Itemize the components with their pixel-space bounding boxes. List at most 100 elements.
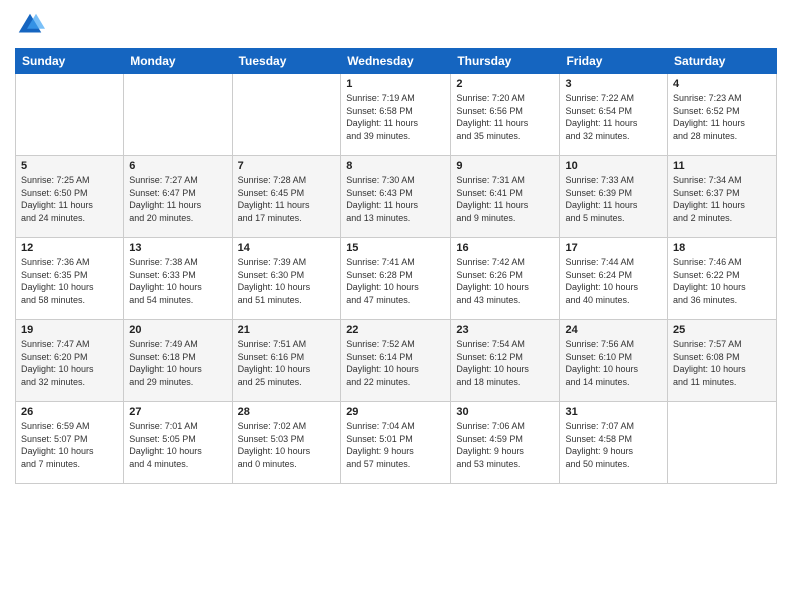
calendar-header-row: SundayMondayTuesdayWednesdayThursdayFrid…: [16, 49, 777, 74]
day-number: 6: [129, 160, 226, 172]
calendar-week-row: 19Sunrise: 7:47 AM Sunset: 6:20 PM Dayli…: [16, 320, 777, 402]
day-info: Sunrise: 7:42 AM Sunset: 6:26 PM Dayligh…: [456, 256, 554, 306]
day-info: Sunrise: 7:36 AM Sunset: 6:35 PM Dayligh…: [21, 256, 118, 306]
calendar-cell: 5 Sunrise: 7:25 AM Sunset: 6:50 PM Daylig…: [16, 156, 124, 238]
logo-icon: [15, 10, 45, 40]
day-number: 23: [456, 324, 554, 336]
calendar-cell: [232, 74, 341, 156]
day-number: 20: [129, 324, 226, 336]
day-number: 12: [21, 242, 118, 254]
calendar-cell: 25Sunrise: 7:57 AM Sunset: 6:08 PM Dayli…: [668, 320, 777, 402]
calendar-week-row: 26 Sunrise: 6:59 AM Sunset: 5:07 PM Dayli…: [16, 402, 777, 484]
day-of-week-header: Wednesday: [341, 49, 451, 74]
day-number: 28: [238, 406, 336, 418]
calendar-cell: 21 Sunrise: 7:51 AM Sunset: 6:16 PM Dayli…: [232, 320, 341, 402]
day-number: 5: [21, 160, 118, 172]
day-of-week-header: Saturday: [668, 49, 777, 74]
calendar-cell: 20 Sunrise: 7:49 AM Sunset: 6:18 PM Dayli…: [124, 320, 232, 402]
day-info: Sunrise: 7:22 AM Sunset: 6:54 PM Dayligh…: [565, 92, 662, 142]
calendar-cell: 8Sunrise: 7:30 AM Sunset: 6:43 PM Daylig…: [341, 156, 451, 238]
day-info: Sunrise: 7:19 AM Sunset: 6:58 PM Dayligh…: [346, 92, 445, 142]
calendar-cell: 4 Sunrise: 7:23 AM Sunset: 6:52 PM Daylig…: [668, 74, 777, 156]
calendar-cell: 24 Sunrise: 7:56 AM Sunset: 6:10 PM Dayli…: [560, 320, 668, 402]
day-number: 1: [346, 78, 445, 90]
day-info: Sunrise: 7:44 AM Sunset: 6:24 PM Dayligh…: [565, 256, 662, 306]
calendar-cell: 17 Sunrise: 7:44 AM Sunset: 6:24 PM Dayli…: [560, 238, 668, 320]
day-info: Sunrise: 7:51 AM Sunset: 6:16 PM Dayligh…: [238, 338, 336, 388]
calendar-cell: 14 Sunrise: 7:39 AM Sunset: 6:30 PM Dayli…: [232, 238, 341, 320]
header: [15, 10, 777, 40]
logo: [15, 10, 49, 40]
calendar-cell: 11Sunrise: 7:34 AM Sunset: 6:37 PM Dayli…: [668, 156, 777, 238]
day-info: Sunrise: 7:25 AM Sunset: 6:50 PM Dayligh…: [21, 174, 118, 224]
day-info: Sunrise: 7:02 AM Sunset: 5:03 PM Dayligh…: [238, 420, 336, 470]
calendar-cell: 12 Sunrise: 7:36 AM Sunset: 6:35 PM Dayli…: [16, 238, 124, 320]
day-info: Sunrise: 7:30 AM Sunset: 6:43 PM Dayligh…: [346, 174, 445, 224]
calendar-cell: 29 Sunrise: 7:04 AM Sunset: 5:01 PM Dayli…: [341, 402, 451, 484]
day-info: Sunrise: 7:01 AM Sunset: 5:05 PM Dayligh…: [129, 420, 226, 470]
day-number: 18: [673, 242, 771, 254]
calendar-cell: 10 Sunrise: 7:33 AM Sunset: 6:39 PM Dayli…: [560, 156, 668, 238]
day-number: 4: [673, 78, 771, 90]
day-number: 27: [129, 406, 226, 418]
day-info: Sunrise: 7:04 AM Sunset: 5:01 PM Dayligh…: [346, 420, 445, 470]
day-of-week-header: Tuesday: [232, 49, 341, 74]
day-info: Sunrise: 7:27 AM Sunset: 6:47 PM Dayligh…: [129, 174, 226, 224]
calendar-cell: 13Sunrise: 7:38 AM Sunset: 6:33 PM Dayli…: [124, 238, 232, 320]
day-number: 29: [346, 406, 445, 418]
day-number: 30: [456, 406, 554, 418]
calendar-cell: 1 Sunrise: 7:19 AM Sunset: 6:58 PM Daylig…: [341, 74, 451, 156]
day-info: Sunrise: 7:31 AM Sunset: 6:41 PM Dayligh…: [456, 174, 554, 224]
day-of-week-header: Thursday: [451, 49, 560, 74]
calendar-cell: 7 Sunrise: 7:28 AM Sunset: 6:45 PM Daylig…: [232, 156, 341, 238]
day-info: Sunrise: 7:39 AM Sunset: 6:30 PM Dayligh…: [238, 256, 336, 306]
day-number: 17: [565, 242, 662, 254]
calendar-cell: [16, 74, 124, 156]
calendar-cell: 28 Sunrise: 7:02 AM Sunset: 5:03 PM Dayli…: [232, 402, 341, 484]
calendar-cell: 22Sunrise: 7:52 AM Sunset: 6:14 PM Dayli…: [341, 320, 451, 402]
day-number: 16: [456, 242, 554, 254]
calendar-cell: 2 Sunrise: 7:20 AM Sunset: 6:56 PM Daylig…: [451, 74, 560, 156]
day-number: 9: [456, 160, 554, 172]
calendar: SundayMondayTuesdayWednesdayThursdayFrid…: [15, 48, 777, 484]
day-info: Sunrise: 7:38 AM Sunset: 6:33 PM Dayligh…: [129, 256, 226, 306]
calendar-cell: 23 Sunrise: 7:54 AM Sunset: 6:12 PM Dayli…: [451, 320, 560, 402]
day-info: Sunrise: 7:47 AM Sunset: 6:20 PM Dayligh…: [21, 338, 118, 388]
day-info: Sunrise: 7:41 AM Sunset: 6:28 PM Dayligh…: [346, 256, 445, 306]
day-number: 10: [565, 160, 662, 172]
day-number: 7: [238, 160, 336, 172]
day-info: Sunrise: 7:06 AM Sunset: 4:59 PM Dayligh…: [456, 420, 554, 470]
day-number: 21: [238, 324, 336, 336]
calendar-week-row: 12 Sunrise: 7:36 AM Sunset: 6:35 PM Dayli…: [16, 238, 777, 320]
day-of-week-header: Friday: [560, 49, 668, 74]
day-of-week-header: Monday: [124, 49, 232, 74]
calendar-cell: 16 Sunrise: 7:42 AM Sunset: 6:26 PM Dayli…: [451, 238, 560, 320]
day-number: 24: [565, 324, 662, 336]
day-info: Sunrise: 7:23 AM Sunset: 6:52 PM Dayligh…: [673, 92, 771, 142]
day-number: 3: [565, 78, 662, 90]
day-info: Sunrise: 7:56 AM Sunset: 6:10 PM Dayligh…: [565, 338, 662, 388]
day-number: 26: [21, 406, 118, 418]
day-info: Sunrise: 7:20 AM Sunset: 6:56 PM Dayligh…: [456, 92, 554, 142]
day-info: Sunrise: 6:59 AM Sunset: 5:07 PM Dayligh…: [21, 420, 118, 470]
calendar-cell: 27 Sunrise: 7:01 AM Sunset: 5:05 PM Dayli…: [124, 402, 232, 484]
calendar-week-row: 1 Sunrise: 7:19 AM Sunset: 6:58 PM Daylig…: [16, 74, 777, 156]
day-number: 11: [673, 160, 771, 172]
day-info: Sunrise: 7:46 AM Sunset: 6:22 PM Dayligh…: [673, 256, 771, 306]
day-info: Sunrise: 7:28 AM Sunset: 6:45 PM Dayligh…: [238, 174, 336, 224]
day-info: Sunrise: 7:52 AM Sunset: 6:14 PM Dayligh…: [346, 338, 445, 388]
day-info: Sunrise: 7:54 AM Sunset: 6:12 PM Dayligh…: [456, 338, 554, 388]
day-number: 2: [456, 78, 554, 90]
calendar-cell: 19Sunrise: 7:47 AM Sunset: 6:20 PM Dayli…: [16, 320, 124, 402]
calendar-cell: 18 Sunrise: 7:46 AM Sunset: 6:22 PM Dayli…: [668, 238, 777, 320]
calendar-cell: [124, 74, 232, 156]
calendar-cell: 26 Sunrise: 6:59 AM Sunset: 5:07 PM Dayli…: [16, 402, 124, 484]
day-number: 14: [238, 242, 336, 254]
calendar-cell: 9 Sunrise: 7:31 AM Sunset: 6:41 PM Daylig…: [451, 156, 560, 238]
calendar-cell: 31Sunrise: 7:07 AM Sunset: 4:58 PM Dayli…: [560, 402, 668, 484]
calendar-cell: 3 Sunrise: 7:22 AM Sunset: 6:54 PM Daylig…: [560, 74, 668, 156]
day-number: 15: [346, 242, 445, 254]
calendar-cell: 30 Sunrise: 7:06 AM Sunset: 4:59 PM Dayli…: [451, 402, 560, 484]
day-info: Sunrise: 7:33 AM Sunset: 6:39 PM Dayligh…: [565, 174, 662, 224]
day-info: Sunrise: 7:49 AM Sunset: 6:18 PM Dayligh…: [129, 338, 226, 388]
